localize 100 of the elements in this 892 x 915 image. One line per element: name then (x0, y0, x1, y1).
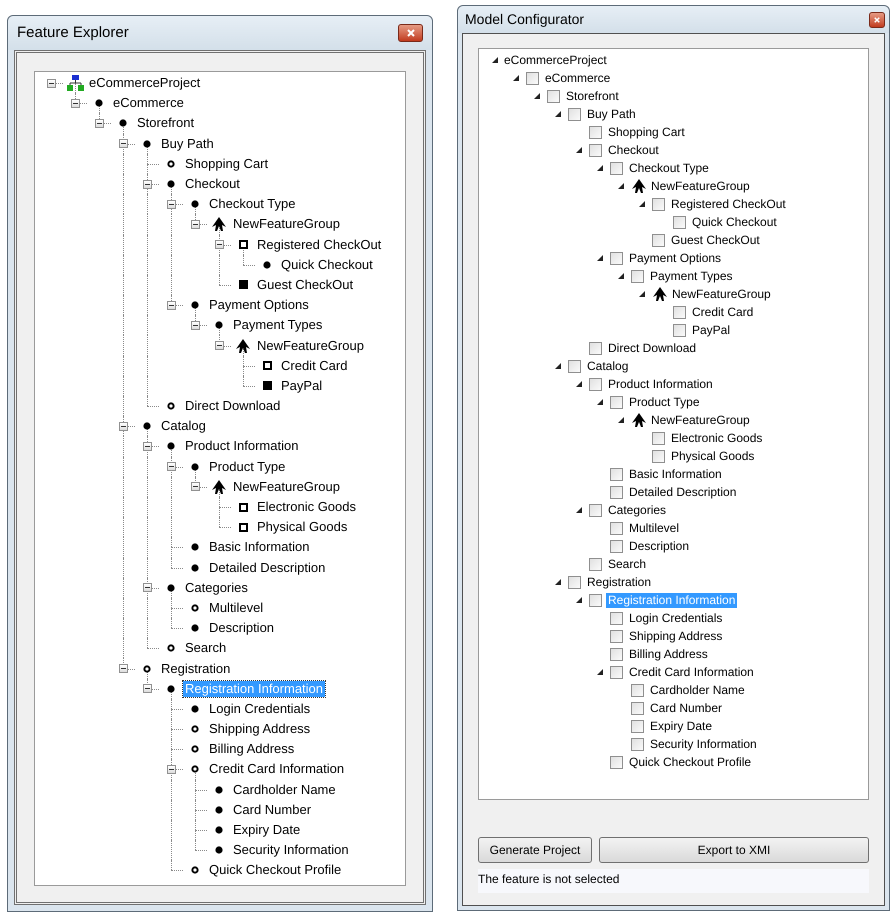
collapse-button[interactable] (94, 118, 104, 128)
checkbox[interactable] (652, 198, 665, 210)
tree-item[interactable]: Product Type (627, 394, 702, 410)
tree-item[interactable]: Storefront (135, 115, 196, 132)
tree-item[interactable]: Product Information (606, 376, 715, 392)
tree-item[interactable]: Shipping Address (627, 628, 724, 644)
expanded-arrow-icon[interactable] (596, 399, 602, 405)
collapse-button[interactable] (118, 139, 128, 148)
tree-item[interactable]: Checkout Type (207, 196, 298, 212)
tree-item[interactable]: Electronic Goods (669, 430, 764, 446)
tree-item[interactable]: Security Information (231, 842, 351, 858)
tree-item[interactable]: Credit Card Information (207, 761, 346, 778)
close-button[interactable] (869, 12, 885, 28)
tree-item[interactable]: Description (207, 620, 276, 636)
collapse-button[interactable] (214, 240, 224, 250)
tree-item[interactable]: Login Credentials (627, 610, 724, 626)
checkbox[interactable] (610, 252, 623, 264)
tree-item[interactable]: NewFeatureGroup (649, 412, 752, 428)
tree-item[interactable]: Physical Goods (669, 448, 756, 464)
tree-item[interactable]: NewFeatureGroup (670, 286, 773, 302)
tree-item[interactable]: Checkout (606, 142, 661, 158)
tree-item[interactable]: Registration (159, 660, 232, 677)
tree-item[interactable]: Guest CheckOut (669, 232, 762, 248)
tree-item[interactable]: Multilevel (207, 600, 266, 616)
collapse-button[interactable] (190, 320, 200, 330)
tree-item[interactable]: eCommerce (111, 95, 186, 112)
tree-item[interactable]: Security Information (648, 736, 759, 752)
tree-item[interactable]: Basic Information (207, 539, 312, 556)
tree-item[interactable]: Cardholder Name (231, 782, 338, 798)
tree-item[interactable]: Multilevel (627, 520, 682, 536)
tree-item[interactable]: Categories (606, 502, 668, 518)
tree-item[interactable]: Quick Checkout Profile (207, 862, 344, 878)
tree-item[interactable]: eCommerceProject (502, 52, 609, 68)
tree-item[interactable]: Description (627, 538, 692, 554)
tree-item[interactable]: Basic Information (627, 466, 724, 482)
checkbox[interactable] (610, 648, 623, 660)
tree-item[interactable]: Catalog (585, 358, 630, 374)
expanded-arrow-icon[interactable] (512, 75, 518, 81)
checkbox[interactable] (610, 540, 623, 552)
expanded-arrow-icon[interactable] (576, 147, 582, 153)
tree-item[interactable]: Storefront (564, 88, 621, 104)
expanded-arrow-icon[interactable] (554, 363, 560, 369)
tree-item[interactable]: Detailed Description (627, 484, 738, 500)
tree-item[interactable]: Payment Types (231, 317, 324, 334)
checkbox[interactable] (610, 396, 623, 408)
checkbox[interactable] (652, 234, 665, 246)
checkbox[interactable] (568, 576, 581, 588)
export-button[interactable]: Export to XMI (599, 837, 869, 863)
tree-item[interactable]: PayPal (279, 378, 324, 394)
checkbox[interactable] (589, 504, 602, 516)
tree-item[interactable]: Registered CheckOut (669, 196, 788, 212)
checkbox[interactable] (568, 360, 581, 372)
expanded-arrow-icon[interactable] (492, 57, 498, 63)
checkbox[interactable] (610, 630, 623, 642)
tree-item[interactable]: Direct Download (183, 398, 282, 414)
checkbox[interactable] (610, 468, 623, 480)
tree-item[interactable]: Detailed Description (207, 560, 328, 576)
checkbox[interactable] (610, 666, 623, 678)
tree-item[interactable]: Billing Address (207, 741, 296, 758)
tree-item[interactable]: Card Number (648, 700, 724, 716)
expanded-arrow-icon[interactable] (596, 255, 602, 261)
tree-item[interactable]: Buy Path (585, 106, 638, 122)
checkbox[interactable] (631, 270, 644, 282)
checkbox[interactable] (610, 612, 623, 624)
checkbox[interactable] (589, 126, 602, 138)
tree-item[interactable]: Guest CheckOut (255, 276, 356, 293)
expanded-arrow-icon[interactable] (576, 381, 582, 387)
tree-item[interactable]: Shopping Cart (183, 156, 270, 172)
checkbox[interactable] (652, 432, 665, 444)
tree-item[interactable]: Quick Checkout Profile (627, 754, 754, 770)
collapse-button[interactable] (166, 300, 176, 310)
tree-item[interactable]: Credit Card (279, 358, 350, 374)
checkbox[interactable] (589, 144, 602, 156)
checkbox[interactable] (673, 306, 686, 318)
tree-item[interactable]: Quick Checkout (279, 256, 375, 273)
tree-item[interactable]: eCommerceProject (87, 75, 202, 92)
checkbox[interactable] (610, 486, 623, 498)
expanded-arrow-icon[interactable] (596, 669, 602, 675)
expanded-arrow-icon[interactable] (618, 417, 624, 423)
collapse-button[interactable] (70, 98, 80, 108)
expanded-arrow-icon[interactable] (618, 183, 624, 189)
expanded-arrow-icon[interactable] (638, 291, 644, 297)
checkbox[interactable] (673, 216, 686, 228)
expanded-arrow-icon[interactable] (638, 201, 644, 207)
tree-item[interactable]: Product Information (183, 438, 300, 454)
tree-item[interactable]: Shopping Cart (606, 124, 687, 140)
tree-item[interactable]: Payment Options (207, 297, 311, 314)
checkbox[interactable] (589, 594, 602, 606)
expanded-arrow-icon[interactable] (554, 579, 560, 585)
expanded-arrow-icon[interactable] (596, 165, 602, 171)
collapse-button[interactable] (142, 583, 152, 592)
tree-item[interactable]: Registration (585, 574, 654, 590)
tree-item[interactable]: Card Number (231, 802, 314, 818)
tree-item[interactable]: Physical Goods (255, 519, 350, 536)
checkbox[interactable] (568, 108, 581, 120)
checkbox[interactable] (631, 702, 644, 714)
collapse-button[interactable] (214, 341, 224, 350)
tree-item[interactable]: NewFeatureGroup (231, 478, 342, 495)
checkbox[interactable] (610, 162, 623, 174)
tree-item[interactable]: Product Type (207, 458, 288, 475)
